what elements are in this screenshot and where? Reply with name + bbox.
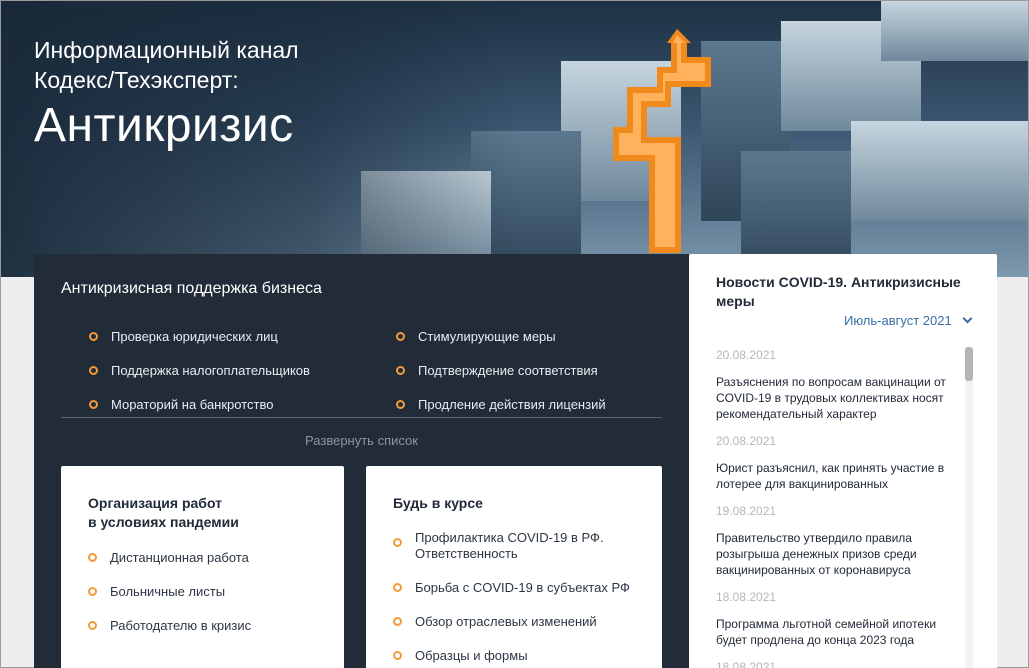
circle-bullet-icon (393, 651, 402, 660)
support-link-label: Стимулирующие меры (418, 329, 556, 344)
chevron-down-icon (962, 313, 973, 324)
period-dropdown[interactable]: Июль-август 2021 (844, 313, 973, 328)
news-text: Разъяснения по вопросам вакцинации от CO… (716, 375, 946, 421)
support-link[interactable]: Проверка юридических лиц (89, 329, 278, 344)
support-link[interactable]: Стимулирующие меры (396, 329, 556, 344)
circle-bullet-icon (89, 332, 98, 341)
support-panel: Антикризисная поддержка бизнеса Проверка… (34, 254, 689, 668)
period-label: Июль-август 2021 (844, 313, 952, 328)
news-list: 20.08.2021 Разъяснения по вопросам вакци… (716, 344, 956, 668)
support-link[interactable]: Мораторий на банкротство (89, 397, 273, 412)
pandemic-link[interactable]: Работодателю в кризис (88, 618, 251, 634)
pandemic-title-line-1: Организация работ (88, 495, 222, 511)
link-line-2: Ответственность (415, 546, 518, 561)
circle-bullet-icon (393, 583, 402, 592)
pandemic-link-label: Работодателю в кризис (110, 618, 252, 633)
circle-bullet-icon (396, 400, 405, 409)
pandemic-title-line-2: в условиях пандемии (88, 514, 239, 530)
news-date: 18.08.2021 (716, 660, 777, 668)
news-title: Новости COVID-19. Антикризисные меры (716, 274, 961, 309)
stay-informed-link-label: Образцы и формы (415, 648, 528, 663)
stay-informed-link[interactable]: Обзор отраслевых изменений (393, 614, 597, 630)
stay-informed-link-label: Обзор отраслевых изменений (415, 614, 597, 629)
stay-informed-link[interactable]: Образцы и формы (393, 648, 528, 664)
pandemic-card: Организация работ в условиях пандемии Ди… (61, 466, 344, 668)
stay-informed-link[interactable]: Борьба с COVID-19 в субъектах РФ (393, 580, 630, 596)
news-item[interactable]: 18.08.2021 Программа льготной семейной и… (716, 590, 956, 648)
pandemic-link-label: Больничные листы (110, 584, 226, 599)
support-title: Антикризисная поддержка бизнеса (61, 280, 322, 297)
news-date: 18.08.2021 (716, 590, 777, 604)
circle-bullet-icon (396, 332, 405, 341)
hero-main-title: Антикризис (34, 99, 294, 152)
news-item[interactable]: 20.08.2021 Разъяснения по вопросам вакци… (716, 348, 956, 422)
pandemic-link-label: Дистанционная работа (110, 550, 249, 565)
pandemic-link[interactable]: Больничные листы (88, 584, 225, 600)
support-link[interactable]: Продление действия лицензий (396, 397, 606, 412)
circle-bullet-icon (89, 366, 98, 375)
support-link-label: Проверка юридических лиц (111, 329, 278, 344)
link-line-1: Профилактика COVID-19 в РФ. (415, 530, 604, 545)
news-date: 20.08.2021 (716, 434, 777, 448)
support-link-label: Поддержка налогоплательщиков (111, 363, 310, 378)
support-link[interactable]: Подтверждение соответствия (396, 363, 598, 378)
news-scrollbar[interactable] (965, 347, 973, 668)
orange-path-graphic (613, 29, 711, 253)
divider (61, 417, 662, 418)
stay-informed-link-label: Борьба с COVID-19 в субъектах РФ (415, 580, 630, 595)
hero-banner: Информационный канал Кодекс/Техэксперт: … (1, 1, 1028, 277)
circle-bullet-icon (393, 538, 402, 547)
support-link[interactable]: Поддержка налогоплательщиков (89, 363, 310, 378)
stay-informed-title: Будь в курсе (393, 495, 483, 511)
support-link-label: Подтверждение соответствия (418, 363, 598, 378)
stay-informed-link[interactable]: Профилактика COVID-19 в РФ. Ответственно… (393, 530, 604, 562)
news-item[interactable]: 18.08.2021 (716, 660, 956, 668)
hero-line-1: Информационный канал (34, 37, 299, 63)
news-text: Юрист разъяснил, как принять участие в л… (716, 461, 945, 491)
pandemic-link[interactable]: Дистанционная работа (88, 550, 249, 566)
circle-bullet-icon (396, 366, 405, 375)
circle-bullet-icon (88, 621, 97, 630)
hero-title: Информационный канал Кодекс/Техэксперт: … (34, 35, 299, 155)
news-text: Программа льготной семейной ипотеки буде… (716, 617, 937, 647)
stay-informed-card: Будь в курсе Профилактика COVID-19 в РФ.… (366, 466, 662, 668)
stay-informed-link-label: Профилактика COVID-19 в РФ. Ответственно… (415, 530, 604, 562)
support-link-label: Мораторий на банкротство (111, 397, 274, 412)
news-item[interactable]: 19.08.2021 Правительство утвердило прави… (716, 504, 956, 578)
circle-bullet-icon (88, 553, 97, 562)
circle-bullet-icon (88, 587, 97, 596)
pandemic-card-title: Организация работ в условиях пандемии (88, 494, 239, 532)
news-text: Правительство утвердило правила розыгрыш… (716, 531, 917, 577)
news-date: 20.08.2021 (716, 348, 777, 362)
news-date: 19.08.2021 (716, 504, 777, 518)
expand-list-button[interactable]: Развернуть список (34, 433, 689, 448)
circle-bullet-icon (393, 617, 402, 626)
circle-bullet-icon (89, 400, 98, 409)
hero-line-2: Кодекс/Техэксперт: (34, 67, 239, 93)
news-item[interactable]: 20.08.2021 Юрист разъяснил, как принять … (716, 434, 956, 492)
scrollbar-thumb[interactable] (965, 347, 973, 381)
news-panel: Новости COVID-19. Антикризисные меры Июл… (689, 254, 997, 668)
support-link-label: Продление действия лицензий (418, 397, 606, 412)
